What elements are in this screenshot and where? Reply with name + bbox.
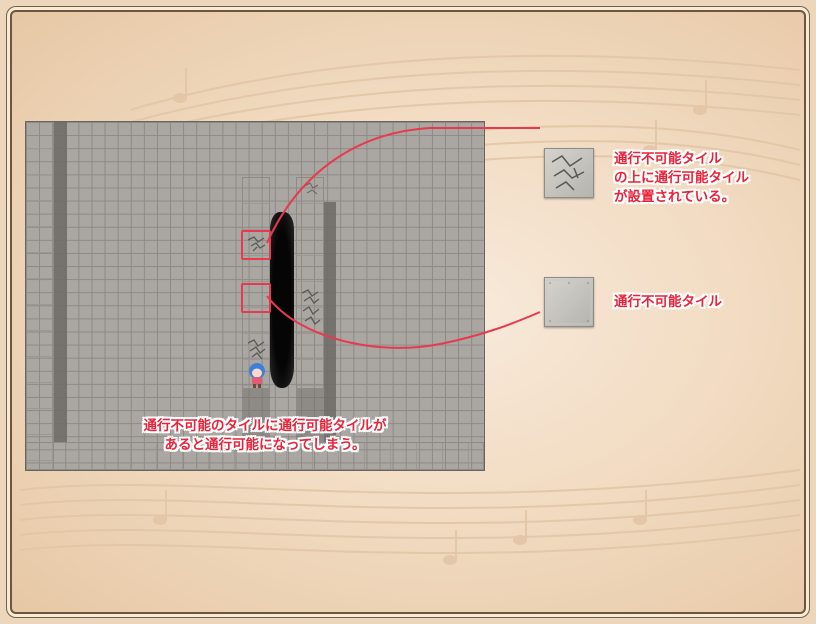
sample-overlay-tile <box>544 148 594 198</box>
note-bottom: 通行不可能のタイルに通行可能タイルが あると通行可能になってしまう。 <box>104 417 426 455</box>
note-overlay-line-2: の上に通行可能タイル <box>614 170 749 186</box>
note-overlay-tile: 通行不可能タイル の上に通行可能タイル が設置されている。 <box>614 150 749 207</box>
note-impassable-tile: 通行不可能タイル <box>614 293 722 312</box>
note-overlay-line-1: 通行不可能タイル <box>614 151 722 167</box>
cracked-tile-icon <box>551 155 585 191</box>
connector-lines <box>266 127 541 349</box>
note-bottom-line-1: 通行不可能のタイルに通行可能タイルが <box>143 418 387 434</box>
plain-tile-icon <box>546 279 592 325</box>
note-overlay-line-3: が設置されている。 <box>614 189 736 205</box>
sample-impassable-tile <box>544 277 594 327</box>
note-bottom-line-2: あると通行可能になってしまう。 <box>164 437 366 453</box>
note-impassable-label: 通行不可能タイル <box>614 294 722 310</box>
